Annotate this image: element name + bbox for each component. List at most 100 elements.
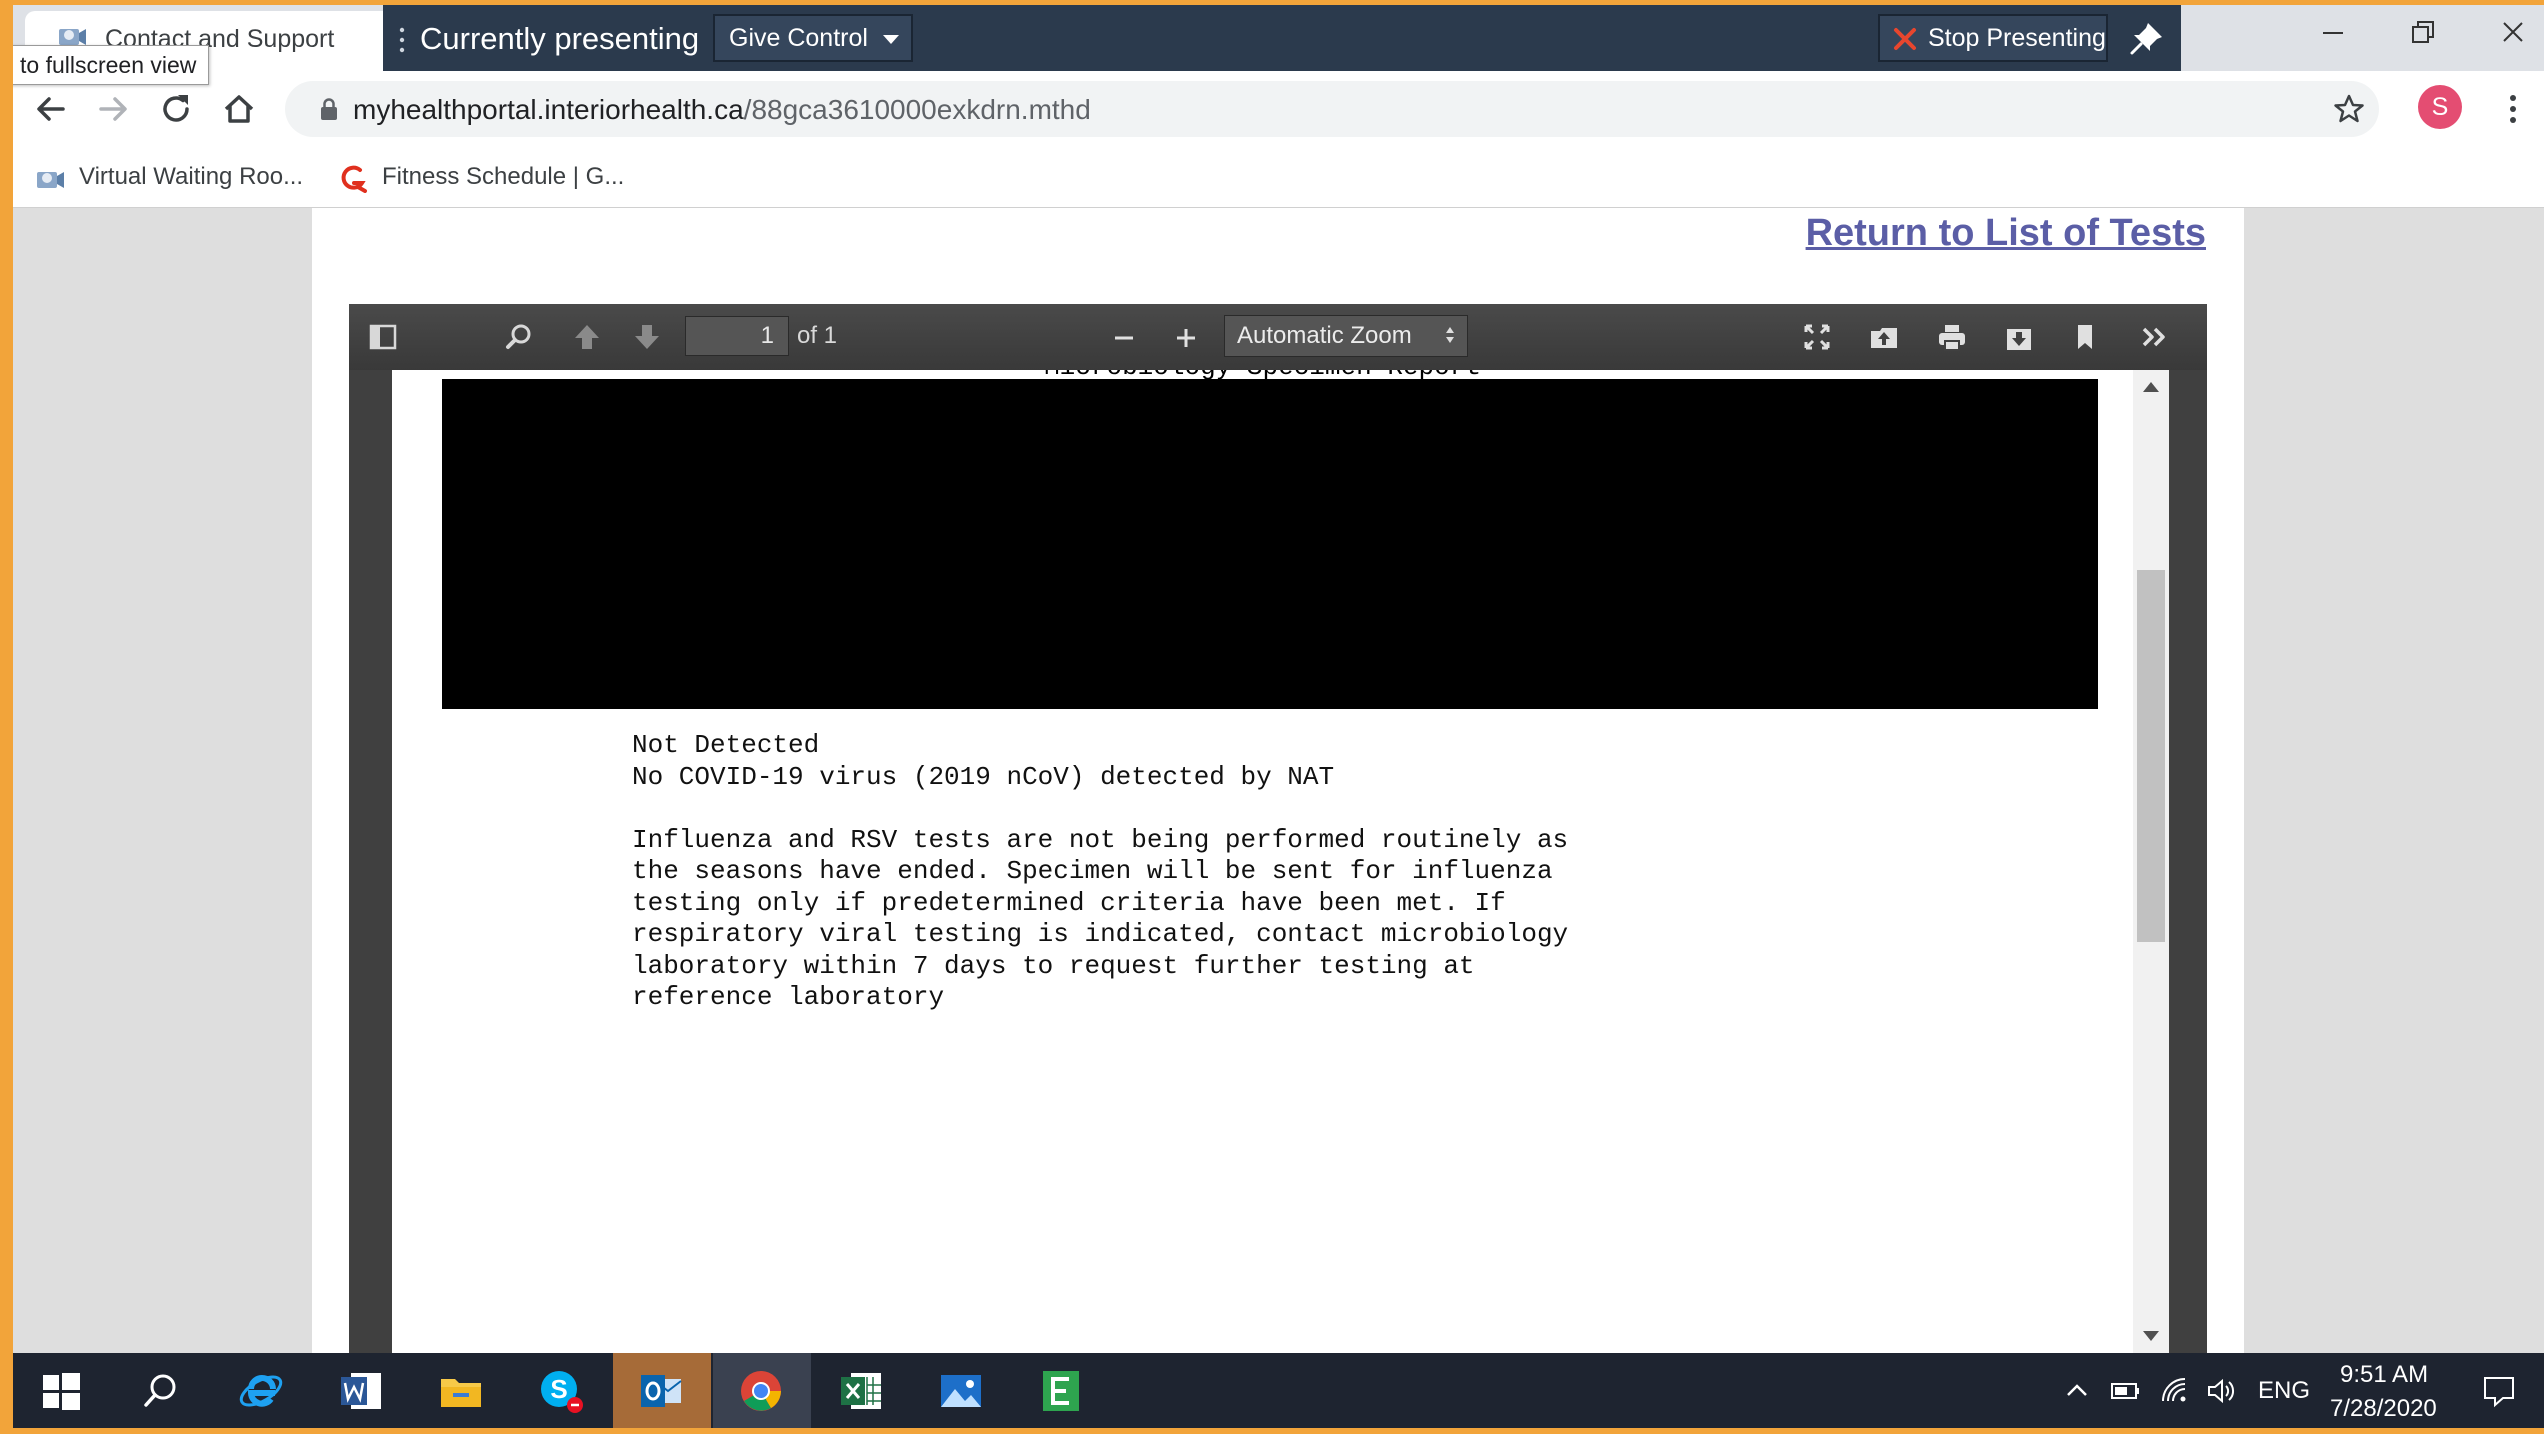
word-icon: [341, 1373, 381, 1409]
redacted-block: [442, 379, 2098, 709]
taskbar-internet-explorer[interactable]: [213, 1353, 311, 1428]
address-bar[interactable]: myhealthportal.interiorhealth.ca/88gca36…: [285, 81, 2379, 137]
browser-titlebar: Contact and Support to fullscreen view C…: [13, 5, 2544, 85]
bookmark-label: Virtual Waiting Roo...: [79, 163, 304, 190]
restore-button[interactable]: [2393, 13, 2453, 57]
fitness-logo-icon: [341, 165, 367, 193]
drag-handle-icon[interactable]: [399, 27, 405, 53]
give-control-label: Give Control: [729, 24, 868, 52]
taskbar-outlook[interactable]: [613, 1353, 711, 1428]
minimize-icon: [2323, 32, 2343, 34]
minimize-button[interactable]: [2303, 13, 2363, 57]
screen: Contact and Support to fullscreen view C…: [13, 5, 2544, 1428]
taskbar-excel[interactable]: [813, 1353, 911, 1428]
internet-explorer-icon: [239, 1375, 283, 1407]
zoom-select[interactable]: Automatic Zoom: [1224, 315, 1468, 357]
pdf-document-area: Microbiology Specimen Report Not Detecte…: [349, 370, 2207, 1353]
pdf-page: Microbiology Specimen Report Not Detecte…: [392, 370, 2133, 1353]
photos-icon: [941, 1375, 981, 1407]
taskbar-file-explorer[interactable]: [413, 1353, 511, 1428]
forward-arrow-icon[interactable]: [93, 89, 133, 129]
clock-date[interactable]: 7/28/2020: [2330, 1395, 2437, 1423]
back-arrow-icon[interactable]: [31, 89, 71, 129]
wifi-icon[interactable]: [2159, 1375, 2191, 1407]
windows-taskbar: S ENG 9:51 AM 7/28/2020: [13, 1353, 2544, 1428]
chevron-down-icon: [883, 35, 899, 44]
skype-icon: S: [541, 1371, 583, 1413]
select-arrows-icon: [1446, 327, 1454, 343]
battery-icon[interactable]: [2109, 1375, 2141, 1407]
url-text: myhealthportal.interiorhealth.ca/88gca36…: [353, 94, 1091, 126]
fullscreen-tooltip: to fullscreen view: [13, 45, 210, 85]
give-control-dropdown[interactable]: Give Control: [713, 14, 913, 62]
page-number-input[interactable]: 1: [685, 316, 789, 356]
pdf-toolbar: 1 of 1 Automatic Zoom: [349, 304, 2207, 371]
zoom-value: Automatic Zoom: [1237, 322, 1412, 349]
previous-page-icon[interactable]: [571, 321, 603, 353]
pin-icon[interactable]: [2128, 19, 2166, 57]
url-path: /88gca3610000exkdrn.mthd: [743, 94, 1091, 125]
next-page-icon[interactable]: [631, 321, 663, 353]
home-icon[interactable]: [219, 89, 259, 129]
zoom-in-icon[interactable]: [1170, 321, 1202, 353]
return-to-list-link[interactable]: Return to List of Tests: [1806, 212, 2206, 255]
open-file-icon[interactable]: [1868, 321, 1900, 353]
scroll-down-arrow-icon[interactable]: [2143, 1331, 2159, 1341]
pdf-scrollbar[interactable]: [2133, 370, 2169, 1353]
reload-icon[interactable]: [156, 89, 196, 129]
windows-logo-icon: [43, 1373, 80, 1410]
taskbar-skype[interactable]: S: [513, 1353, 611, 1428]
input-language[interactable]: ENG: [2258, 1377, 2310, 1405]
bookmarks-bar: Virtual Waiting Roo... Fitness Schedule …: [13, 147, 2544, 208]
bookmark-virtual-waiting-room[interactable]: Virtual Waiting Roo...: [35, 159, 303, 195]
pdf-viewer: 1 of 1 Automatic Zoom Not Detected No CO…: [349, 304, 2207, 1353]
page-count-label: of 1: [797, 322, 838, 349]
excel-icon: [841, 1373, 881, 1409]
lock-icon: [321, 98, 337, 120]
search-icon[interactable]: [503, 321, 535, 353]
restore-icon: [2412, 21, 2434, 43]
notifications-icon[interactable]: [2481, 1373, 2517, 1409]
profile-avatar[interactable]: S: [2418, 85, 2462, 129]
folder-icon: [441, 1379, 481, 1407]
taskbar-word[interactable]: [313, 1353, 411, 1428]
taskbar-evernote-editor[interactable]: [1013, 1353, 1111, 1428]
chrome-icon: [741, 1371, 781, 1411]
scroll-up-arrow-icon[interactable]: [2143, 382, 2159, 392]
chevron-up-icon[interactable]: [2061, 1375, 2093, 1407]
editor-e-icon: [1043, 1371, 1079, 1411]
bookmark-icon[interactable]: [2069, 321, 2101, 353]
content-panel: Return to List of Tests 1 of 1 Automatic…: [312, 208, 2244, 1353]
presentation-mode-icon[interactable]: [1801, 321, 1833, 353]
start-button[interactable]: [13, 1353, 111, 1428]
browser-toolbar: myhealthportal.interiorhealth.ca/88gca36…: [13, 71, 2544, 147]
taskbar-chrome[interactable]: [713, 1353, 811, 1428]
url-host: myhealthportal.interiorhealth.ca: [353, 94, 744, 125]
download-icon[interactable]: [2003, 321, 2035, 353]
presenting-label: Currently presenting: [420, 21, 700, 56]
bookmark-fitness-schedule[interactable]: Fitness Schedule | G...: [338, 159, 624, 195]
bookmark-label: Fitness Schedule | G...: [382, 163, 625, 190]
page-content: Return to List of Tests 1 of 1 Automatic…: [13, 208, 2544, 1353]
stop-presenting-button[interactable]: Stop Presenting: [1878, 14, 2108, 62]
print-icon[interactable]: [1936, 321, 1968, 353]
tools-chevron-icon[interactable]: [2139, 321, 2171, 353]
stop-presenting-label: Stop Presenting: [1928, 24, 2106, 52]
svg-text:S: S: [550, 1374, 567, 1404]
viewer-edge: [2169, 370, 2207, 1353]
bookmark-star-icon[interactable]: [2333, 93, 2365, 125]
search-icon: [144, 1374, 176, 1407]
sidebar-toggle-icon[interactable]: [367, 321, 399, 353]
taskbar-photos[interactable]: [913, 1353, 1011, 1428]
window-close-button[interactable]: [2483, 13, 2543, 57]
close-icon: [2503, 22, 2523, 42]
more-vert-icon[interactable]: [2503, 89, 2523, 129]
volume-icon[interactable]: [2205, 1375, 2237, 1407]
clock-time[interactable]: 9:51 AM: [2340, 1361, 2428, 1389]
outlook-icon: [641, 1375, 682, 1407]
zoom-out-icon[interactable]: [1108, 321, 1140, 353]
test-result-text: Not Detected No COVID-19 virus (2019 nCo…: [632, 730, 1569, 1012]
taskbar-search[interactable]: [113, 1353, 211, 1428]
scroll-thumb[interactable]: [2137, 570, 2165, 942]
close-icon: [1894, 28, 1916, 50]
